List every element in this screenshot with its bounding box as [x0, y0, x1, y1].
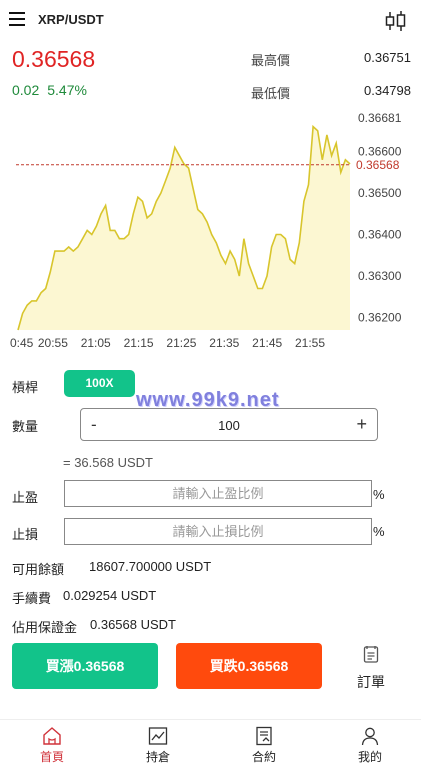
x-tick-label: 21:45 [252, 336, 282, 350]
orders-icon [363, 646, 379, 663]
top-bar: XRP/USDT [0, 0, 421, 40]
chart-icon [148, 727, 168, 745]
orders-button[interactable]: 訂單 [340, 645, 402, 691]
change-abs: 0.02 [12, 82, 40, 98]
balance-value: 18607.700000 USDT [89, 559, 212, 574]
fee-label: 手續費 [12, 591, 52, 606]
take-profit-label: 止盈 [12, 490, 39, 505]
pair-title: XRP/USDT [38, 12, 104, 27]
nav-contract-label: 合約 [251, 750, 276, 764]
orders-label: 訂單 [357, 674, 385, 690]
leverage-label: 槓桿 [12, 380, 39, 395]
take-profit-percent: % [373, 487, 385, 502]
home-icon [43, 727, 61, 745]
balance-label: 可用餘額 [12, 562, 65, 577]
y-tick-label: 0.36600 [358, 145, 402, 159]
margin-label: 佔用保證金 [12, 620, 78, 635]
nav-home-label: 首頁 [39, 750, 64, 764]
take-profit-input[interactable]: 請輸入止盈比例 [64, 480, 372, 507]
fee-value: 0.029254 USDT [63, 588, 157, 603]
x-tick-label: 20:55 [38, 336, 68, 350]
x-tick-label: 21:25 [166, 336, 196, 350]
high-value: 0.36751 [364, 50, 411, 65]
nav-contract[interactable]: 合約 [234, 726, 294, 765]
price-chart[interactable]: 0.36681 0.36600 0.36500 0.36400 0.36300 0.362… [0, 100, 421, 355]
stop-loss-input[interactable]: 請輸入止損比例 [64, 518, 372, 545]
price-change: 0.02 5.47% [12, 82, 87, 98]
user-icon [361, 727, 379, 746]
nav-home[interactable]: 首頁 [22, 726, 82, 765]
buy-up-button[interactable]: 買漲0.36568 [12, 643, 158, 689]
quantity-equivalent: = 36.568 USDT [63, 455, 153, 470]
y-tick-label: 0.36500 [358, 186, 402, 200]
change-pct: 5.47% [47, 82, 87, 98]
y-tick-label: 0.36300 [358, 269, 402, 283]
bottom-nav: 首頁 持倉 合約 我的 [0, 719, 421, 776]
y-tick-label: 0.36400 [358, 228, 402, 242]
quantity-stepper[interactable]: - 100 + [80, 408, 378, 441]
candlestick-icon[interactable] [384, 10, 408, 37]
current-price-label: 0.36568 [356, 158, 400, 172]
buy-down-button[interactable]: 買跌0.36568 [176, 643, 322, 689]
x-tick-label: 21:05 [81, 336, 111, 350]
nav-mine-label: 我的 [357, 750, 382, 764]
leverage-button[interactable]: 100X [64, 370, 135, 397]
nav-positions[interactable]: 持倉 [128, 726, 188, 765]
last-price: 0.36568 [12, 46, 96, 72]
nav-mine[interactable]: 我的 [340, 726, 400, 765]
y-tick-label: 0.36200 [358, 311, 402, 325]
increase-button[interactable]: + [356, 414, 367, 435]
x-tick-label: 21:35 [209, 336, 239, 350]
low-value: 0.34798 [364, 83, 411, 98]
stop-loss-label: 止損 [12, 527, 39, 542]
stop-loss-percent: % [373, 524, 385, 539]
x-tick-label: 21:55 [295, 336, 325, 350]
x-tick-label: 21:15 [124, 336, 154, 350]
nav-positions-label: 持倉 [145, 750, 170, 764]
quantity-value[interactable]: 100 [81, 418, 377, 433]
high-label: 最高價 [251, 53, 291, 68]
contract-icon [256, 726, 272, 746]
margin-value: 0.36568 USDT [90, 617, 176, 632]
y-tick-label: 0.36681 [358, 111, 402, 125]
quantity-label: 數量 [12, 419, 39, 434]
x-tick-label: 0:45 [10, 336, 34, 350]
menu-icon[interactable] [9, 12, 25, 26]
